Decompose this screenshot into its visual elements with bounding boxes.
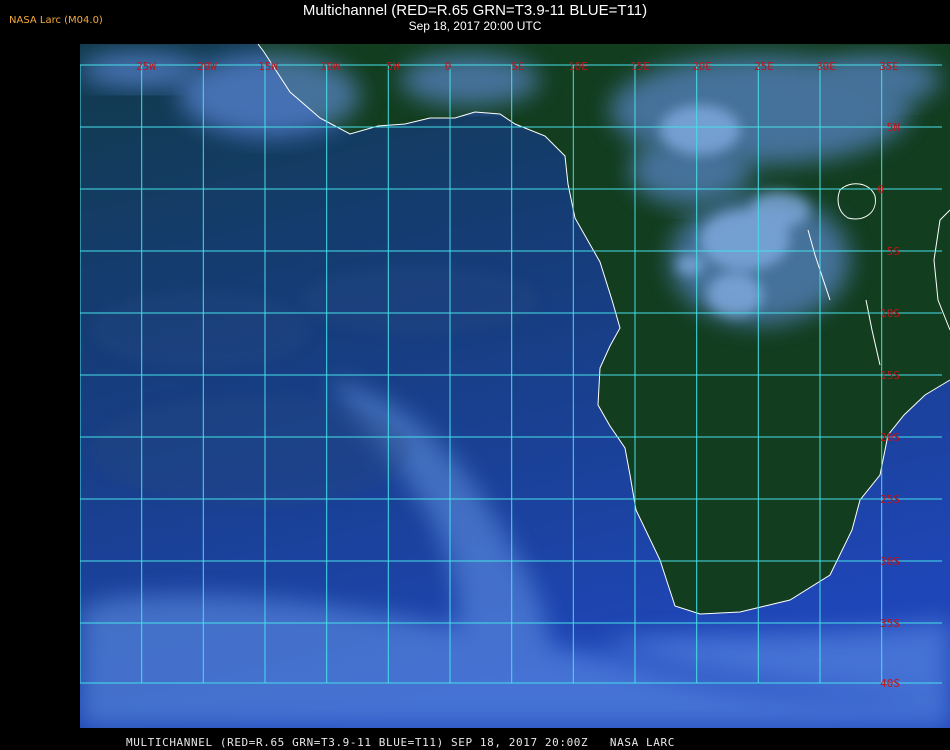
lat-label-5n: 5N [887,121,900,134]
lon-label-10w: 10W [320,60,340,73]
lon-label-20e: 20E [692,60,712,73]
lat-label-40s: 40S [880,677,900,690]
lat-label-0: 0 [877,183,884,196]
lon-label-10e: 10E [568,60,588,73]
satellite-map: 25W 20W 15W 10W 5W 0 5E 10E 15E 20E 25E … [80,44,950,728]
lon-label-15w: 15W [258,60,278,73]
lon-label-35e: 35E [879,60,899,73]
footer-caption: MULTICHANNEL (RED=R.65 GRN=T3.9-11 BLUE=… [126,736,675,749]
lat-label-15s: 15S [880,369,900,382]
lon-label-5w: 5W [386,60,400,73]
lon-label-15e: 15E [630,60,650,73]
lon-label-25e: 25E [754,60,774,73]
lat-label-10s: 10S [880,307,900,320]
lat-label-20s: 20S [880,431,900,444]
lon-label-5e: 5E [511,60,524,73]
lon-label-0: 0 [445,60,452,73]
lon-label-30e: 30E [816,60,836,73]
lat-label-35s: 35S [880,617,900,630]
lat-label-25s: 25S [880,493,900,506]
lon-label-20w: 20W [197,60,217,73]
lat-label-30s: 30S [880,555,900,568]
lat-label-5s: 5S [887,245,900,258]
lon-label-25w: 25W [136,60,156,73]
